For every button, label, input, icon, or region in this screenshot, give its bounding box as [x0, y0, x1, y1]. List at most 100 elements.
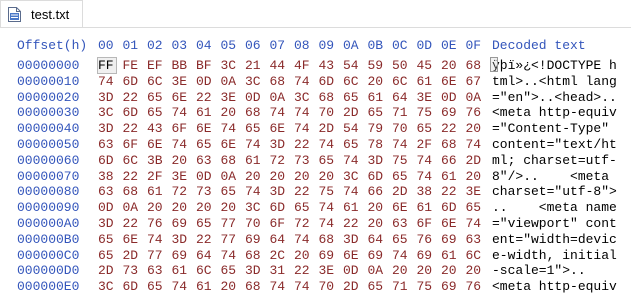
hex-byte[interactable]: 20 [368, 200, 386, 215]
hex-byte[interactable]: 65 [368, 279, 386, 294]
hex-byte[interactable]: 74 [417, 153, 435, 168]
hex-byte[interactable]: 64 [270, 232, 288, 247]
hex-byte[interactable]: 66 [368, 184, 386, 199]
hex-byte[interactable]: 0A [270, 90, 288, 105]
hex-byte[interactable]: 20 [441, 263, 459, 278]
hex-byte[interactable]: 2F [417, 137, 435, 152]
hex-byte[interactable]: 0D [98, 200, 116, 215]
decoded-text[interactable]: ÿþï»¿<!DOCTYPE h [492, 58, 617, 73]
decoded-text[interactable]: e-width, initial [492, 248, 617, 263]
hex-byte[interactable]: 43 [319, 58, 337, 73]
hex-byte[interactable]: 63 [196, 153, 214, 168]
hex-byte[interactable]: 61 [196, 279, 214, 294]
hex-byte[interactable]: 3E [319, 263, 337, 278]
hex-byte[interactable]: 50 [392, 58, 410, 73]
hex-byte[interactable]: 65 [417, 121, 435, 136]
hex-byte[interactable]: 63 [147, 263, 165, 278]
decoded-text[interactable]: charset="utf-8"> [492, 184, 617, 199]
hex-byte[interactable]: 44 [270, 58, 288, 73]
hex-byte[interactable]: 22 [294, 263, 312, 278]
hex-byte[interactable]: 6E [441, 216, 459, 231]
hex-byte[interactable]: BF [196, 58, 214, 73]
hex-byte[interactable]: 65 [196, 216, 214, 231]
hex-byte[interactable]: 20 [147, 200, 165, 215]
hex-byte[interactable]: 6D [123, 279, 141, 294]
hex-byte[interactable]: 68 [245, 279, 263, 294]
hex-byte[interactable]: 67 [466, 74, 484, 89]
hex-byte[interactable]: 20 [172, 200, 190, 215]
hex-byte[interactable]: 2D [343, 105, 361, 120]
hex-byte[interactable]: 20 [196, 200, 214, 215]
hex-byte[interactable]: 79 [368, 121, 386, 136]
hex-byte[interactable]: 20 [466, 263, 484, 278]
hex-byte[interactable]: 77 [147, 248, 165, 263]
hex-byte[interactable]: 74 [466, 137, 484, 152]
hex-byte[interactable]: 65 [343, 90, 361, 105]
hex-byte[interactable]: 74 [392, 248, 410, 263]
hex-byte[interactable]: 20 [221, 105, 239, 120]
hex-byte[interactable]: 74 [245, 137, 263, 152]
hex-byte[interactable]: 2F [147, 169, 165, 184]
hex-byte[interactable]: 20 [172, 153, 190, 168]
hex-byte[interactable]: 54 [343, 121, 361, 136]
decoded-text[interactable]: <meta http-equiv [492, 279, 617, 294]
hex-byte[interactable]: 3C [221, 58, 239, 73]
hex-byte[interactable]: 68 [319, 232, 337, 247]
hex-byte[interactable]: 69 [172, 216, 190, 231]
hex-byte[interactable]: 22 [123, 90, 141, 105]
hex-byte[interactable]: 65 [147, 90, 165, 105]
hex-byte[interactable]: 69 [319, 248, 337, 263]
hex-byte[interactable]: 20 [245, 169, 263, 184]
hex-byte[interactable]: 22 [343, 216, 361, 231]
hex-byte[interactable]: 74 [221, 121, 239, 136]
hex-byte[interactable]: 20 [221, 279, 239, 294]
hex-byte[interactable]: 22 [123, 216, 141, 231]
hex-byte[interactable]: 2C [270, 248, 288, 263]
hex-byte[interactable]: 65 [147, 279, 165, 294]
hex-byte[interactable]: 61 [196, 105, 214, 120]
hex-byte[interactable]: 74 [319, 137, 337, 152]
hex-byte[interactable]: 69 [441, 232, 459, 247]
hex-byte[interactable]: 2D [466, 153, 484, 168]
hex-byte[interactable]: 76 [147, 216, 165, 231]
hex-byte[interactable]: 73 [196, 184, 214, 199]
hex-byte[interactable]: 77 [221, 216, 239, 231]
hex-byte[interactable]: 3C [245, 200, 263, 215]
hex-byte[interactable]: 72 [270, 153, 288, 168]
decoded-text[interactable]: ent="width=devic [492, 232, 617, 247]
hex-byte[interactable]: 0A [368, 263, 386, 278]
decoded-text[interactable]: 8"/>.. <meta [492, 169, 617, 184]
hex-byte[interactable]: 72 [172, 184, 190, 199]
hex-byte[interactable]: 6C [147, 74, 165, 89]
hex-byte[interactable]: 3C [98, 279, 116, 294]
hex-byte[interactable]: 6E [196, 121, 214, 136]
hex-byte[interactable]: 6D [123, 105, 141, 120]
hex-byte[interactable]: 65 [392, 169, 410, 184]
hex-byte[interactable]: 0D [245, 90, 263, 105]
hex-byte[interactable]: 65 [147, 105, 165, 120]
hex-byte[interactable]: 63 [392, 216, 410, 231]
hex-byte[interactable]: 68 [123, 184, 141, 199]
hex-byte[interactable]: 65 [392, 232, 410, 247]
hex-byte[interactable]: 65 [294, 200, 312, 215]
hex-byte[interactable]: 22 [196, 90, 214, 105]
hex-byte[interactable]: 6E [343, 248, 361, 263]
hex-byte[interactable]: 2D [123, 248, 141, 263]
hex-byte[interactable]: 20 [368, 74, 386, 89]
hex-byte[interactable]: 75 [319, 184, 337, 199]
hex-byte[interactable]: 74 [392, 137, 410, 152]
hex-byte[interactable]: 2D [343, 279, 361, 294]
hex-byte[interactable]: 75 [417, 279, 435, 294]
hex-byte[interactable]: 22 [294, 184, 312, 199]
hex-byte[interactable]: 61 [245, 153, 263, 168]
hex-byte[interactable]: 74 [172, 279, 190, 294]
hex-byte[interactable]: 20 [319, 169, 337, 184]
hex-byte[interactable]: 43 [147, 121, 165, 136]
hex-byte[interactable]: 6E [270, 121, 288, 136]
hex-byte[interactable]: 6C [392, 74, 410, 89]
decoded-text[interactable]: ="en">..<head>.. [492, 90, 617, 105]
hex-byte[interactable]: 70 [319, 105, 337, 120]
hex-byte[interactable]: 2D [392, 184, 410, 199]
hex-byte[interactable]: 3C [294, 90, 312, 105]
hex-byte[interactable]: 68 [221, 153, 239, 168]
